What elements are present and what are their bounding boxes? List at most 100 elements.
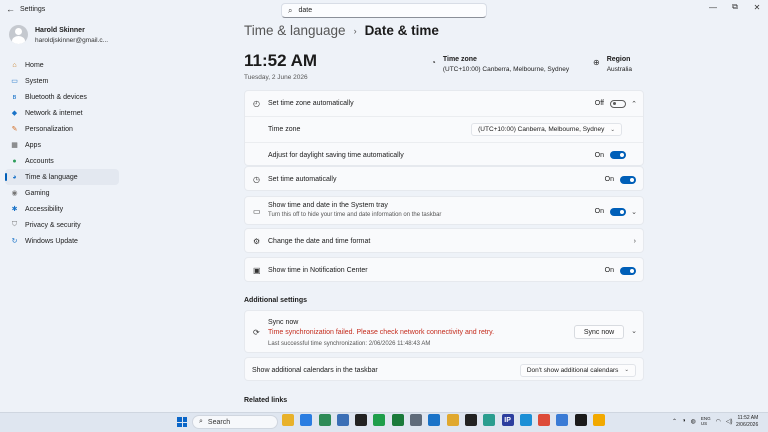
date-format-card[interactable]: ⚙ Change the date and time format › <box>244 228 644 253</box>
additional-calendars-dropdown[interactable]: Don't show additional calendars ⌄ <box>519 363 636 377</box>
language-indicator[interactable]: ENG US <box>701 416 711 426</box>
sidebar-item-label: Gaming <box>25 189 50 197</box>
app-icon-10[interactable] <box>446 414 459 426</box>
back-arrow-icon[interactable]: ← <box>6 4 15 14</box>
notification-center-state: On <box>604 267 614 274</box>
format-icon: ⚙ <box>253 237 261 246</box>
sidebar-item-home[interactable]: ⌂ Home <box>5 57 119 73</box>
sidebar-item-label: Time & language <box>25 173 78 181</box>
chrome-icon[interactable] <box>538 414 551 426</box>
tray-app-icon[interactable]: ◑ <box>682 418 686 424</box>
breadcrumb-chevron-icon: › <box>353 25 357 36</box>
page-title: Date & time <box>364 23 439 38</box>
timezone-row: Time zone (UTC+10:00) Canberra, Melbourn… <box>245 117 643 142</box>
sidebar-item-network-internet[interactable]: ◆ Network & internet <box>5 105 119 121</box>
chevron-up-icon[interactable]: ⌃ <box>672 418 677 425</box>
settings-search-box[interactable]: ⌕ date <box>281 3 487 18</box>
settings-app-icon[interactable] <box>410 414 423 426</box>
sidebar-item-label: Network & internet <box>25 109 83 117</box>
sidebar-item-apps[interactable]: ▦ Apps <box>5 137 119 153</box>
breadcrumb-parent[interactable]: Time & language <box>244 23 346 38</box>
sidebar-item-windows-update[interactable]: ↻ Windows Update <box>5 233 119 249</box>
chevron-down-icon[interactable]: ⌄ <box>631 327 637 335</box>
volume-icon[interactable]: ◁) <box>726 418 733 425</box>
notification-icon: ▣ <box>253 266 261 275</box>
chevron-up-icon[interactable]: ⌃ <box>631 100 637 108</box>
search-input[interactable]: date <box>298 7 312 14</box>
avatar[interactable] <box>9 25 28 44</box>
dst-row[interactable]: Adjust for daylight saving time automati… <box>245 143 643 167</box>
ip-app-icon[interactable]: IP <box>501 414 514 426</box>
set-timezone-auto-toggle[interactable] <box>610 99 626 108</box>
timezone-auto-icon: ◴ <box>253 99 260 108</box>
app-icon-12[interactable] <box>483 414 496 426</box>
wifi-icon: ◆ <box>11 110 18 117</box>
globe-clock-icon: ◔ <box>431 58 436 67</box>
shield-icon: ⛉ <box>11 221 18 228</box>
app-icon-3[interactable] <box>318 414 331 426</box>
date-format-label: Change the date and time format <box>268 238 371 245</box>
notification-center-toggle[interactable] <box>620 266 636 275</box>
region-summary-value: Australia <box>606 66 632 73</box>
set-timezone-auto-state: Off <box>594 100 604 107</box>
taskbar-clock[interactable]: 11:52 AM 2/06/2026 <box>736 415 758 428</box>
app-icon-2[interactable] <box>300 414 313 426</box>
app-icon-9[interactable] <box>428 414 441 426</box>
apps-icon: ▦ <box>11 142 18 149</box>
notification-center-card[interactable]: ▣ Show time in Notification Center On <box>244 257 644 282</box>
dst-state: On <box>594 151 604 159</box>
sidebar-item-personalization[interactable]: ✎ Personalization <box>5 121 119 137</box>
sync-now-button[interactable]: Sync now <box>574 325 624 339</box>
additional-settings-heading: Additional settings <box>244 297 307 304</box>
timezone-settings-card: ◴ Set time zone automatically Off ⌃ Time… <box>244 90 644 166</box>
chevron-down-icon[interactable]: ⌄ <box>631 208 637 216</box>
sidebar-item-gaming[interactable]: ◉ Gaming <box>5 185 119 201</box>
additional-calendars-card: Show additional calendars in the taskbar… <box>244 357 644 381</box>
sidebar-item-bluetooth-devices[interactable]: ʙ Bluetooth & devices <box>5 89 119 105</box>
close-icon[interactable]: ✕ <box>746 0 768 14</box>
system-tray-card[interactable]: ▭ Show time and date in the System tray … <box>244 196 644 225</box>
app-icon-6[interactable] <box>373 414 386 426</box>
app-icon-11[interactable] <box>464 414 477 426</box>
edge-icon[interactable] <box>519 414 532 426</box>
app-icon-5[interactable] <box>355 414 368 426</box>
bluetooth-icon: ʙ <box>12 93 17 101</box>
app-icon-16[interactable] <box>556 414 569 426</box>
timezone-dropdown[interactable]: (UTC+10:00) Canberra, Melbourne, Sydney … <box>471 123 622 136</box>
sidebar-item-privacy-security[interactable]: ⛉ Privacy & security <box>5 217 119 233</box>
sidebar-item-system[interactable]: ▭ System <box>5 73 119 89</box>
sync-error-message: Time synchronization failed. Please chec… <box>268 329 495 336</box>
search-icon: ⌕ <box>288 5 293 15</box>
app-icon-7[interactable] <box>391 414 404 426</box>
clock-time: 11:52 AM <box>737 415 759 421</box>
additional-calendars-value: Don't show additional calendars <box>526 366 619 374</box>
set-time-auto-toggle[interactable] <box>620 175 636 184</box>
set-time-auto-card[interactable]: ◷ Set time automatically On <box>244 166 644 191</box>
file-explorer-icon[interactable] <box>282 414 294 426</box>
terminal-icon[interactable] <box>574 414 587 426</box>
sidebar-item-accessibility[interactable]: ✱ Accessibility <box>5 201 119 217</box>
sidebar-item-time-language[interactable]: ◕ Time & language <box>5 169 119 185</box>
user-name: Harold Skinner <box>35 27 85 34</box>
app-icon-18[interactable] <box>593 414 606 426</box>
maximize-icon[interactable]: ⧉ <box>724 0 746 14</box>
taskbar-icon: ▭ <box>253 207 261 216</box>
sync-last-success: Last successful time synchronization: 2/… <box>268 341 431 347</box>
windows-start-icon[interactable] <box>177 417 187 427</box>
sidebar-item-accounts[interactable]: ● Accounts <box>5 153 119 169</box>
additional-calendars-label: Show additional calendars in the taskbar <box>252 366 378 374</box>
clock-date: 2/06/2026 <box>736 421 759 428</box>
dst-toggle[interactable] <box>610 151 626 159</box>
wifi-icon[interactable]: ◠ <box>716 418 721 425</box>
taskbar-search[interactable]: ⌕ Search <box>192 415 278 429</box>
system-tray-toggle[interactable] <box>610 207 626 216</box>
sidebar-item-label: System <box>25 77 49 85</box>
set-timezone-auto-row[interactable]: ◴ Set time zone automatically Off ⌃ <box>245 91 643 116</box>
user-email: haroldjskinner@gmail.c... <box>35 37 109 44</box>
sync-icon: ⟳ <box>253 328 260 337</box>
tray-app-icon[interactable]: ◍ <box>691 418 696 425</box>
app-icon-4[interactable] <box>336 414 349 426</box>
sync-title: Sync now <box>268 319 299 326</box>
minimize-icon[interactable]: — <box>702 0 724 14</box>
timezone-label: Time zone <box>268 126 301 133</box>
